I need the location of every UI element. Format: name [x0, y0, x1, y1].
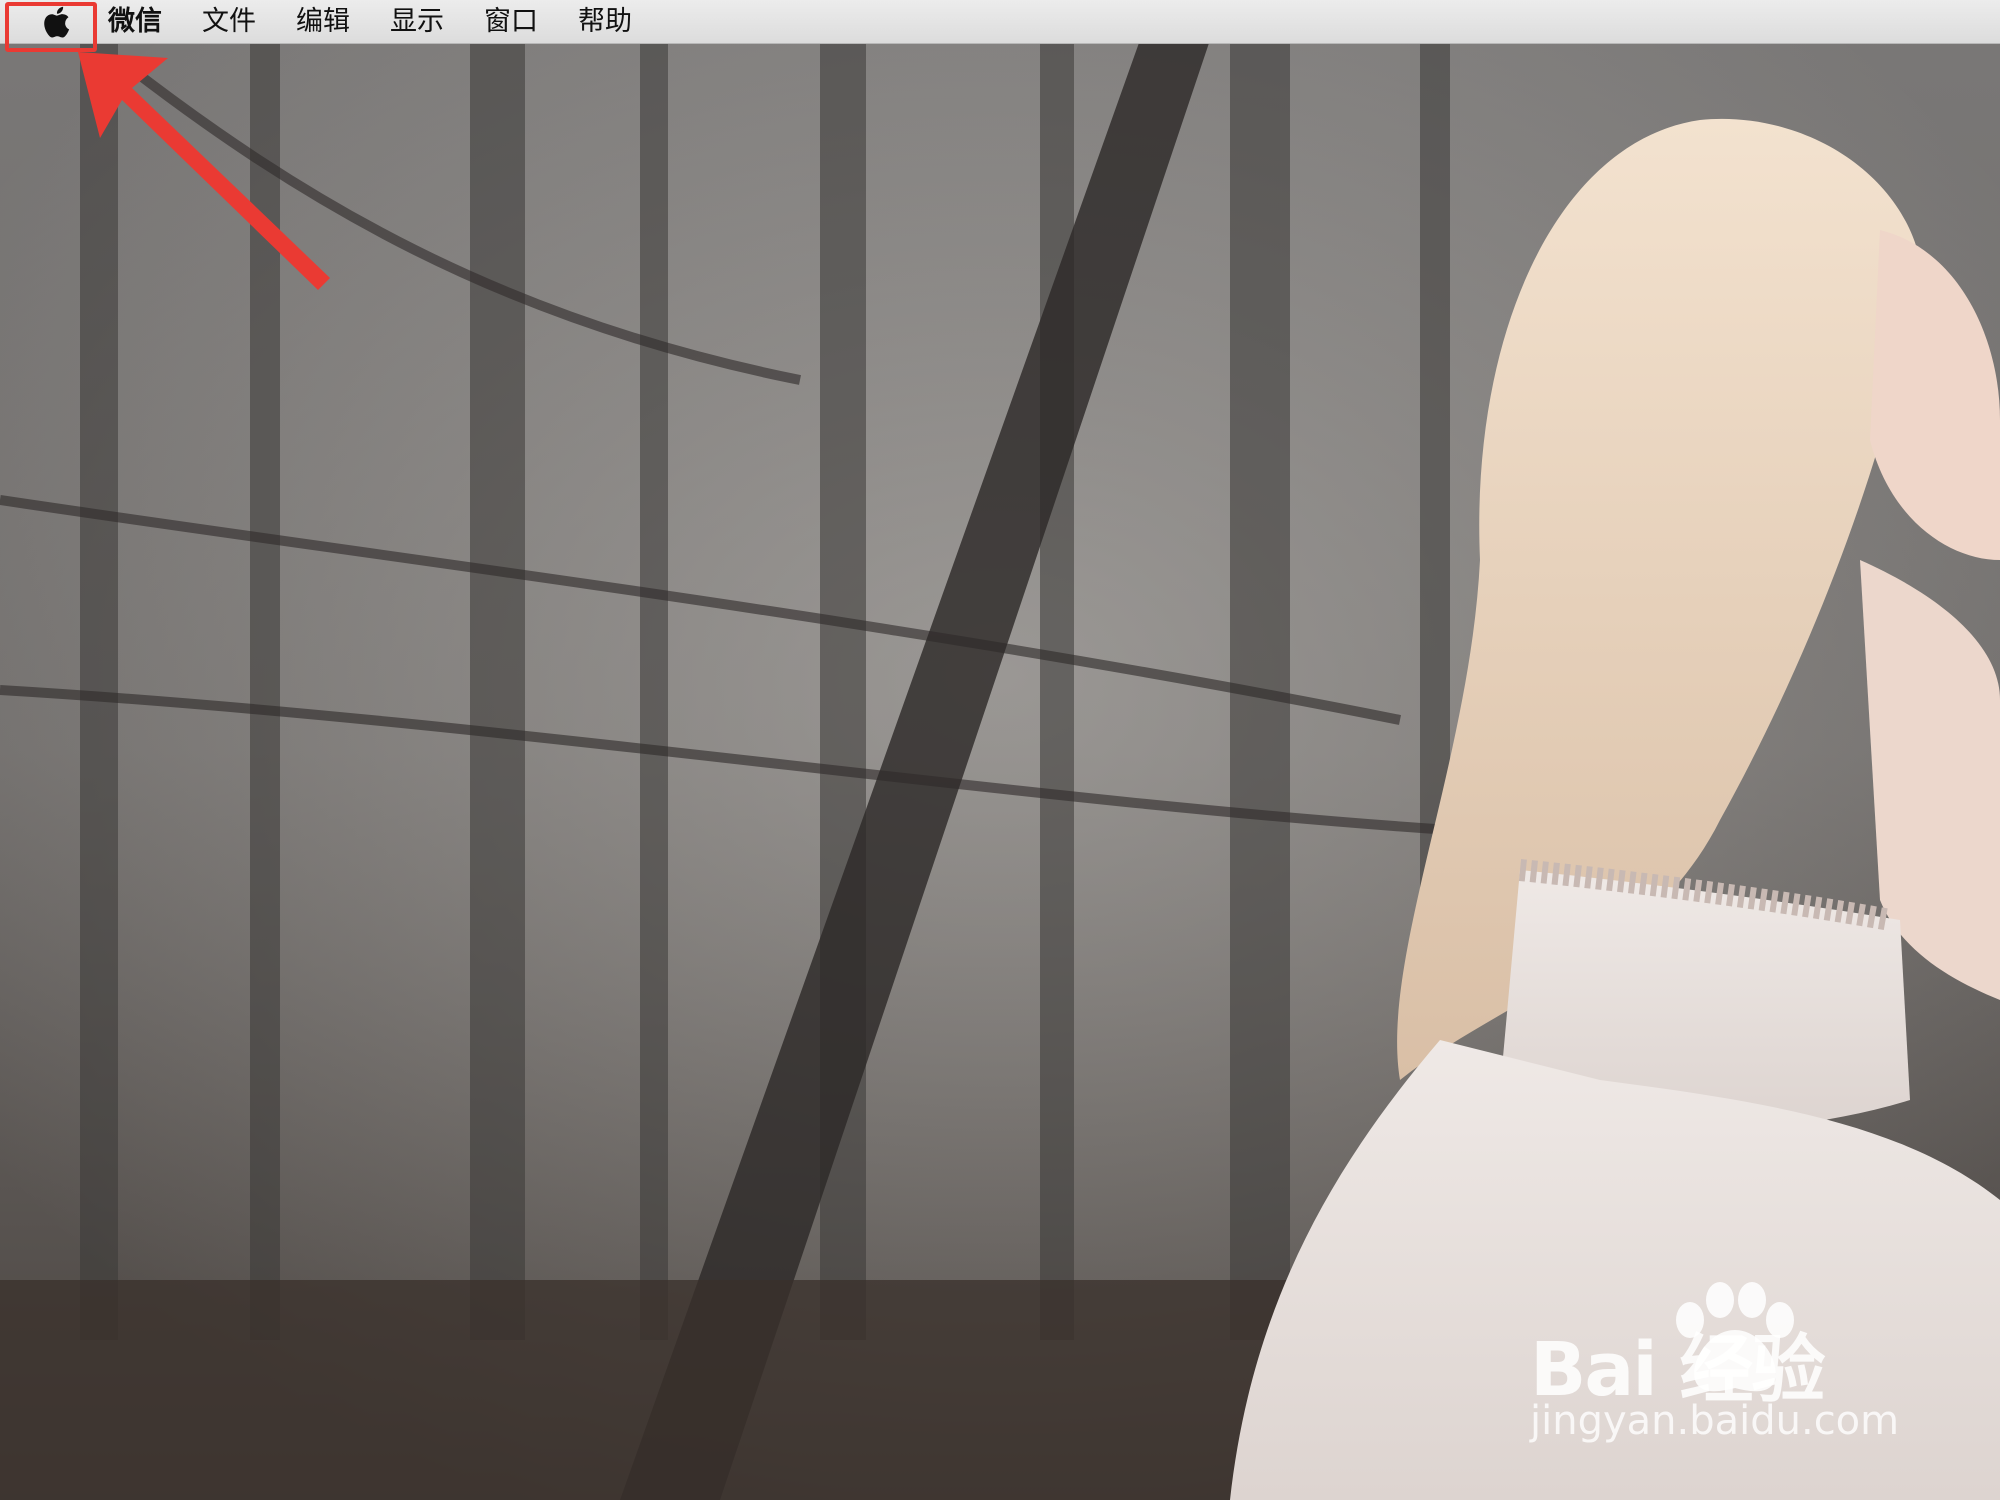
- watermark-url: jingyan.baidu.com: [1530, 1398, 1900, 1444]
- menu-help[interactable]: 帮助: [578, 0, 632, 44]
- menu-window[interactable]: 窗口: [484, 0, 538, 44]
- annotation-arrow: [78, 52, 330, 290]
- watermark: Bai 经验 jingyan.baidu.com: [1530, 1280, 1970, 1470]
- arrow-icon: [78, 52, 330, 290]
